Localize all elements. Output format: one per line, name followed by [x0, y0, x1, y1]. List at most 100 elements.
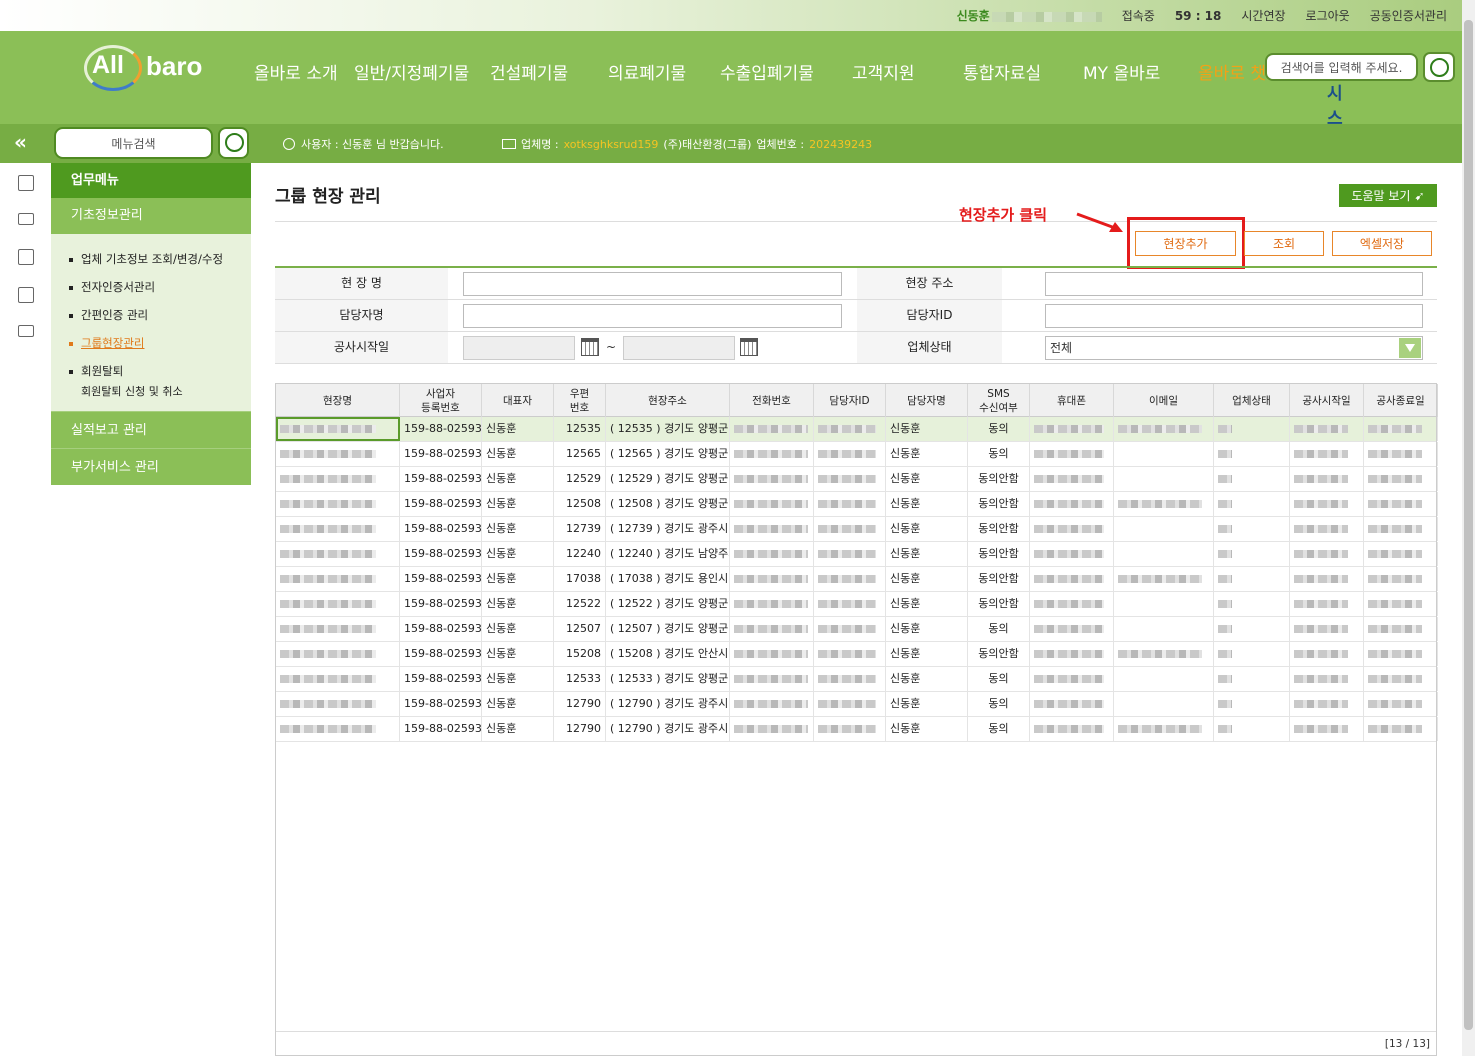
- table-cell[interactable]: 159-88-02593: [400, 692, 482, 716]
- sidebar-section-addon[interactable]: 부가서비스 관리: [51, 448, 251, 485]
- table-cell[interactable]: [1290, 517, 1364, 541]
- table-row[interactable]: 159-88-02593 신동훈 12790( 12790 ) 경기도 광주시 신동훈…: [276, 692, 1438, 717]
- table-cell[interactable]: [1214, 567, 1290, 591]
- menu-search-button[interactable]: [218, 127, 249, 159]
- display-icon[interactable]: [18, 325, 34, 337]
- column-header[interactable]: 사업자 등록번호: [400, 384, 482, 417]
- column-header[interactable]: 공사시작일: [1290, 384, 1364, 417]
- table-cell[interactable]: [730, 517, 814, 541]
- table-cell[interactable]: [1214, 542, 1290, 566]
- table-cell[interactable]: [276, 717, 400, 741]
- site-address-input[interactable]: [1045, 272, 1423, 296]
- sidebar-section-performance[interactable]: 실적보고 관리: [51, 411, 251, 448]
- table-cell[interactable]: [1030, 667, 1114, 691]
- table-cell[interactable]: [1290, 592, 1364, 616]
- table-cell[interactable]: [1030, 567, 1114, 591]
- table-cell[interactable]: 17038: [554, 567, 606, 591]
- column-header[interactable]: 휴대폰: [1030, 384, 1114, 417]
- table-cell[interactable]: 12790: [554, 692, 606, 716]
- monitor-icon[interactable]: [18, 213, 34, 225]
- table-cell[interactable]: [1030, 692, 1114, 716]
- table-cell[interactable]: 동의: [968, 417, 1030, 441]
- table-cell[interactable]: 동의안함: [968, 517, 1030, 541]
- table-cell[interactable]: [1290, 467, 1364, 491]
- table-cell[interactable]: 15208: [554, 642, 606, 666]
- table-cell[interactable]: [814, 592, 886, 616]
- table-cell[interactable]: [1290, 567, 1364, 591]
- table-cell[interactable]: [1214, 492, 1290, 516]
- table-row[interactable]: 159-88-02593 신동훈 12508( 12508 ) 경기도 양평군 신동훈…: [276, 492, 1438, 517]
- site-name-input[interactable]: [463, 272, 842, 296]
- table-cell[interactable]: [1214, 617, 1290, 641]
- sidebar-item-withdraw[interactable]: 회원탈퇴: [67, 361, 251, 389]
- column-header[interactable]: 대표자: [482, 384, 554, 417]
- table-cell[interactable]: [1214, 667, 1290, 691]
- table-cell[interactable]: [730, 417, 814, 441]
- table-cell[interactable]: [1290, 667, 1364, 691]
- column-header[interactable]: SMS 수신여부: [968, 384, 1030, 417]
- table-row[interactable]: 159-88-02593 신동훈 12535( 12535 ) 경기도 양평군 신동훈…: [276, 417, 1438, 442]
- table-row[interactable]: 159-88-02593 신동훈 15208( 15208 ) 경기도 안산시 신동훈…: [276, 642, 1438, 667]
- table-cell[interactable]: 신동훈: [886, 592, 968, 616]
- table-cell[interactable]: 159-88-02593: [400, 442, 482, 466]
- table-row[interactable]: 159-88-02593 신동훈 12739( 12739 ) 경기도 광주시 신동훈…: [276, 517, 1438, 542]
- table-cell[interactable]: 동의안함: [968, 467, 1030, 491]
- sidebar-item-group-site[interactable]: 그룹현장관리: [67, 333, 251, 361]
- table-cell[interactable]: 동의: [968, 717, 1030, 741]
- table-cell[interactable]: [730, 467, 814, 491]
- table-cell[interactable]: [1364, 592, 1438, 616]
- table-cell[interactable]: [814, 517, 886, 541]
- extend-session-link[interactable]: 시간연장: [1241, 7, 1285, 24]
- contact-card-icon[interactable]: [18, 175, 34, 191]
- calendar-icon[interactable]: [581, 338, 599, 356]
- table-cell[interactable]: [730, 692, 814, 716]
- table-cell[interactable]: 159-88-02593: [400, 492, 482, 516]
- calendar-icon[interactable]: [740, 338, 758, 356]
- table-cell[interactable]: ( 12529 ) 경기도 양평군: [606, 467, 730, 491]
- start-date-to-input[interactable]: [623, 336, 735, 360]
- table-cell[interactable]: [1214, 717, 1290, 741]
- table-cell[interactable]: 신동훈: [482, 617, 554, 641]
- table-cell[interactable]: [1030, 592, 1114, 616]
- table-cell[interactable]: [1114, 617, 1214, 641]
- table-cell[interactable]: [1364, 542, 1438, 566]
- table-row[interactable]: 159-88-02593 신동훈 17038( 17038 ) 경기도 용인시 신동훈…: [276, 567, 1438, 592]
- table-cell[interactable]: 동의안함: [968, 592, 1030, 616]
- table-cell[interactable]: 신동훈: [482, 417, 554, 441]
- table-cell[interactable]: 신동훈: [482, 717, 554, 741]
- table-cell[interactable]: [276, 667, 400, 691]
- table-cell[interactable]: [1364, 642, 1438, 666]
- table-cell[interactable]: 동의: [968, 442, 1030, 466]
- table-cell[interactable]: [1114, 717, 1214, 741]
- table-cell[interactable]: [276, 542, 400, 566]
- table-cell[interactable]: [1030, 517, 1114, 541]
- manager-name-input[interactable]: [463, 304, 842, 328]
- table-cell[interactable]: 신동훈: [482, 492, 554, 516]
- table-cell[interactable]: 동의: [968, 617, 1030, 641]
- table-cell[interactable]: 159-88-02593: [400, 667, 482, 691]
- page-scrollbar[interactable]: [1462, 0, 1475, 1056]
- table-cell[interactable]: [814, 542, 886, 566]
- table-cell[interactable]: [1114, 517, 1214, 541]
- table-cell[interactable]: 신동훈: [482, 567, 554, 591]
- table-cell[interactable]: 12240: [554, 542, 606, 566]
- nav-import-export-waste[interactable]: 수출입폐기물: [720, 59, 814, 84]
- table-cell[interactable]: [1114, 442, 1214, 466]
- table-cell[interactable]: 동의안함: [968, 542, 1030, 566]
- table-cell[interactable]: ( 12533 ) 경기도 양평군: [606, 667, 730, 691]
- table-cell[interactable]: [276, 517, 400, 541]
- column-header[interactable]: 현장명: [276, 384, 400, 417]
- table-cell[interactable]: [1214, 592, 1290, 616]
- table-cell[interactable]: 신동훈: [886, 492, 968, 516]
- table-cell[interactable]: 신동훈: [886, 642, 968, 666]
- table-cell[interactable]: 12522: [554, 592, 606, 616]
- menu-search-input[interactable]: 메뉴검색: [54, 127, 213, 159]
- column-header[interactable]: 전화번호: [730, 384, 814, 417]
- table-cell[interactable]: [814, 617, 886, 641]
- table-row[interactable]: 159-88-02593 신동훈 12790( 12790 ) 경기도 광주시 신동훈…: [276, 717, 1438, 742]
- table-cell[interactable]: [1214, 467, 1290, 491]
- column-header[interactable]: 공사종료일: [1364, 384, 1438, 417]
- table-cell[interactable]: 신동훈: [482, 517, 554, 541]
- table-cell[interactable]: 12529: [554, 467, 606, 491]
- table-row[interactable]: 159-88-02593 신동훈 12507( 12507 ) 경기도 양평군 신동훈…: [276, 617, 1438, 642]
